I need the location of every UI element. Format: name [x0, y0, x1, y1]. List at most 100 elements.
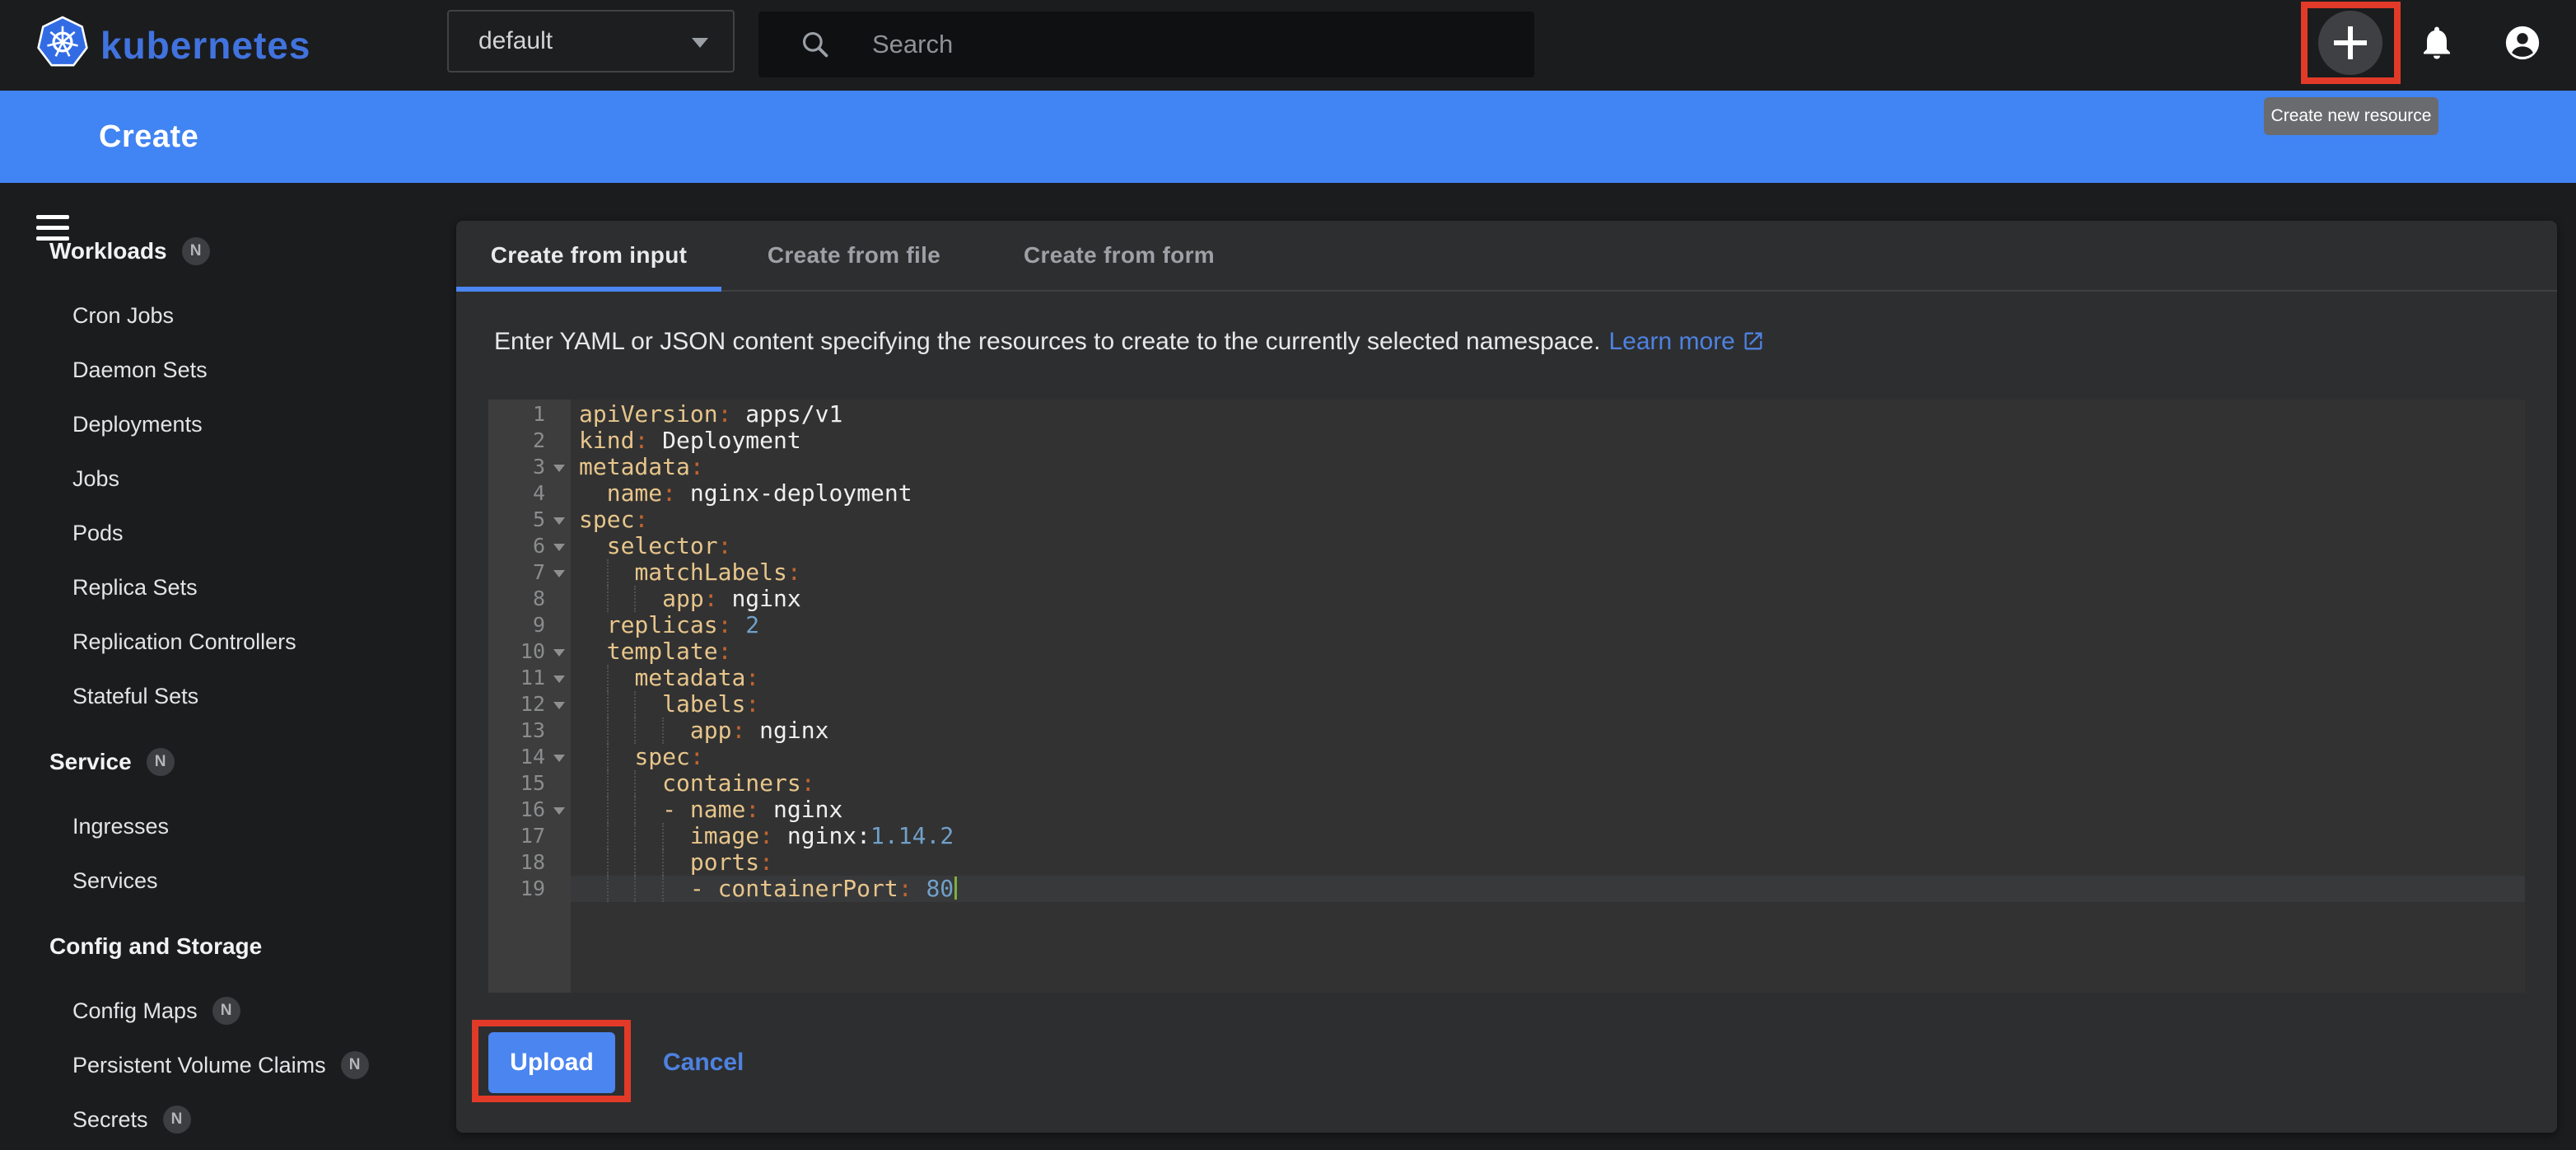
- fold-toggle-icon[interactable]: [553, 517, 565, 525]
- namespaced-badge: N: [163, 1106, 191, 1134]
- line-number[interactable]: 3: [488, 454, 571, 480]
- create-new-resource-button[interactable]: [2318, 11, 2382, 75]
- fold-toggle-icon[interactable]: [553, 755, 565, 762]
- tab-create-from-form[interactable]: Create from form: [987, 221, 1252, 290]
- sidebar-item-config-maps[interactable]: Config MapsN: [72, 994, 240, 1027]
- line-number[interactable]: 9: [488, 612, 571, 638]
- indent-guide: [634, 876, 636, 902]
- active-tab-indicator: [456, 287, 721, 292]
- line-number[interactable]: 19: [488, 876, 571, 902]
- sidebar-item-replication-controllers[interactable]: Replication Controllers: [72, 625, 296, 658]
- line-number[interactable]: 5: [488, 507, 571, 533]
- line-number[interactable]: 4: [488, 480, 571, 507]
- sidebar-item-replica-sets[interactable]: Replica Sets: [72, 571, 198, 604]
- fold-toggle-icon[interactable]: [553, 544, 565, 551]
- line-number[interactable]: 10: [488, 638, 571, 665]
- sidebar-item-stateful-sets[interactable]: Stateful Sets: [72, 680, 198, 713]
- sidebar-item-persistent-volume-claims[interactable]: Persistent Volume ClaimsN: [72, 1049, 369, 1082]
- indent-guide: [607, 797, 609, 823]
- line-number[interactable]: 1: [488, 401, 571, 428]
- line-number[interactable]: 18: [488, 849, 571, 876]
- line-number[interactable]: 17: [488, 823, 571, 849]
- code-line[interactable]: containers:: [571, 770, 2525, 797]
- app-bar: Create: [0, 91, 2576, 183]
- fold-toggle-icon[interactable]: [553, 676, 565, 683]
- create-tabs: Create from inputCreate from fileCreate …: [456, 221, 2557, 292]
- sidebar-section-config-and-storage[interactable]: Config and Storage: [49, 930, 262, 963]
- indent-guide: [607, 665, 609, 691]
- code-line[interactable]: - name: nginx: [571, 797, 2525, 823]
- namespace-selector[interactable]: default: [447, 10, 735, 72]
- sidebar-item-pods[interactable]: Pods: [72, 517, 124, 549]
- editor-code-area[interactable]: apiVersion: apps/v1kind: Deploymentmetad…: [571, 400, 2525, 993]
- code-line[interactable]: labels:: [571, 691, 2525, 718]
- namespaced-badge: N: [147, 748, 175, 776]
- code-line[interactable]: spec:: [571, 744, 2525, 770]
- indent-guide: [607, 849, 609, 876]
- upload-button[interactable]: Upload: [488, 1032, 615, 1093]
- code-line[interactable]: app: nginx: [571, 718, 2525, 744]
- sidebar-item-jobs[interactable]: Jobs: [72, 462, 119, 495]
- line-number[interactable]: 14: [488, 744, 571, 770]
- indent-guide: [607, 823, 609, 849]
- sidebar-item-secrets[interactable]: Secrets N: [72, 1103, 191, 1136]
- account-avatar-icon[interactable]: [2504, 24, 2541, 62]
- code-line[interactable]: metadata:: [571, 665, 2525, 691]
- code-line[interactable]: replicas: 2: [571, 612, 2525, 638]
- sidebar-section-workloads[interactable]: WorkloadsN: [49, 235, 210, 268]
- code-line[interactable]: metadata:: [571, 454, 2525, 480]
- menu-hamburger-icon[interactable]: [36, 215, 69, 241]
- code-line[interactable]: selector:: [571, 533, 2525, 559]
- code-line[interactable]: kind: Deployment: [571, 428, 2525, 454]
- sidebar-item-daemon-sets[interactable]: Daemon Sets: [72, 353, 208, 386]
- fold-toggle-icon[interactable]: [553, 465, 565, 472]
- code-line[interactable]: app: nginx: [571, 586, 2525, 612]
- code-line[interactable]: image: nginx:1.14.2: [571, 823, 2525, 849]
- line-number[interactable]: 13: [488, 718, 571, 744]
- line-number[interactable]: 2: [488, 428, 571, 454]
- line-number[interactable]: 7: [488, 559, 571, 586]
- code-line[interactable]: matchLabels:: [571, 559, 2525, 586]
- line-number[interactable]: 15: [488, 770, 571, 797]
- learn-more-link[interactable]: Learn more: [1608, 328, 1734, 355]
- notifications-bell-icon[interactable]: [2418, 24, 2456, 62]
- line-number[interactable]: 8: [488, 586, 571, 612]
- sidebar-item-cron-jobs[interactable]: Cron Jobs: [72, 299, 174, 332]
- line-number[interactable]: 16: [488, 797, 571, 823]
- code-line[interactable]: spec:: [571, 507, 2525, 533]
- yaml-editor[interactable]: 12345678910111213141516171819 apiVersion…: [488, 400, 2525, 993]
- code-line[interactable]: apiVersion: apps/v1: [571, 401, 2525, 428]
- line-number[interactable]: 6: [488, 533, 571, 559]
- sidebar-label: Service: [49, 749, 132, 775]
- fold-toggle-icon[interactable]: [553, 570, 565, 577]
- code-line[interactable]: template:: [571, 638, 2525, 665]
- search-input[interactable]: [872, 12, 1534, 77]
- indent-guide: [634, 849, 636, 876]
- line-number[interactable]: 12: [488, 691, 571, 718]
- search-bar[interactable]: [758, 12, 1534, 77]
- sidebar-label: Persistent Volume Claims: [72, 1053, 326, 1078]
- cancel-button[interactable]: Cancel: [653, 1032, 754, 1093]
- editor-gutter: 12345678910111213141516171819: [488, 400, 571, 993]
- fold-toggle-icon[interactable]: [553, 807, 565, 815]
- line-number[interactable]: 11: [488, 665, 571, 691]
- sidebar-item-services[interactable]: Services: [72, 864, 158, 897]
- text-cursor: [954, 877, 957, 900]
- code-line[interactable]: ports:: [571, 849, 2525, 876]
- indent-guide: [662, 823, 664, 849]
- fold-toggle-icon[interactable]: [553, 702, 565, 709]
- page-title: Create: [99, 91, 198, 183]
- tooltip-create-new-resource: Create new resource: [2264, 97, 2438, 135]
- sidebar-label: Secrets: [72, 1107, 148, 1133]
- sidebar-item-deployments[interactable]: Deployments: [72, 408, 203, 441]
- code-line[interactable]: name: nginx-deployment: [571, 480, 2525, 507]
- namespace-selected-value: default: [478, 27, 553, 55]
- tab-create-from-input[interactable]: Create from input: [456, 221, 721, 290]
- sidebar-section-service[interactable]: Service N: [49, 746, 175, 778]
- tab-create-from-file[interactable]: Create from file: [721, 221, 987, 290]
- sidebar-item-ingresses[interactable]: Ingresses: [72, 810, 169, 843]
- fold-toggle-icon[interactable]: [553, 649, 565, 657]
- sidebar-label: Daemon Sets: [72, 358, 208, 383]
- sidebar-label: Replication Controllers: [72, 629, 296, 655]
- code-line[interactable]: - containerPort: 80: [571, 876, 2525, 902]
